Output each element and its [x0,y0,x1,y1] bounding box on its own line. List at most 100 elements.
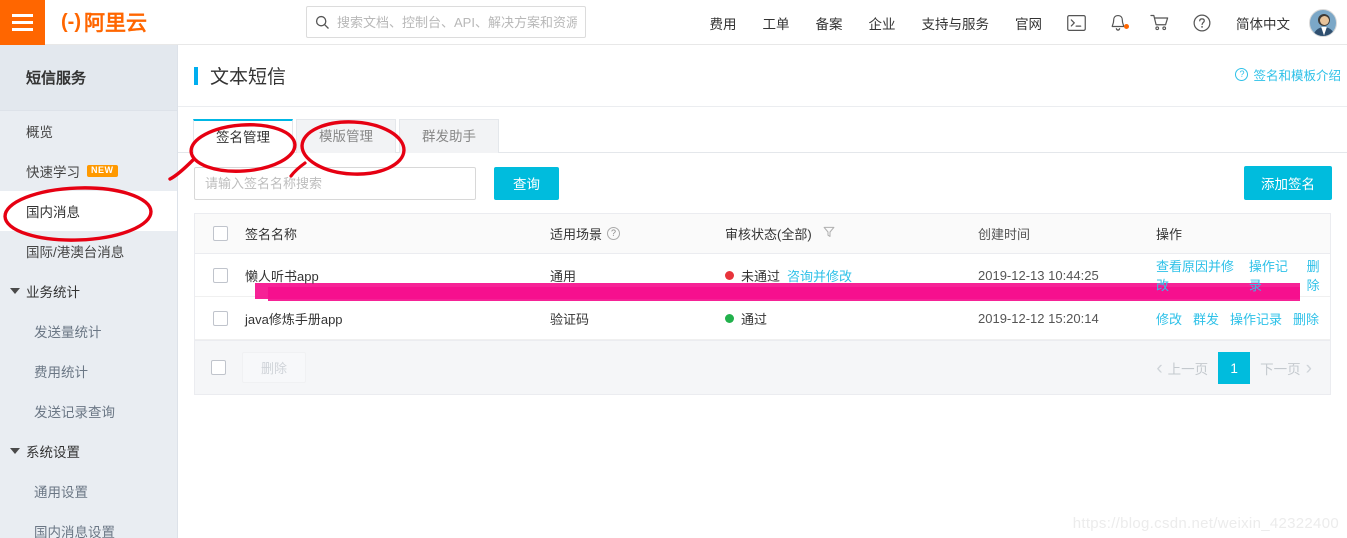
top-header: (-) 阿里云 费用 工单 备案 企业 支持与服务 官网 [0,0,1347,45]
sidebar-item-send-records[interactable]: 发送记录查询 [0,391,177,431]
sidebar-item-overview[interactable]: 概览 [0,111,177,151]
nav-item-tickets[interactable]: 工单 [750,13,803,33]
app-root: (-) 阿里云 费用 工单 备案 企业 支持与服务 官网 [0,0,1347,538]
title-accent-bar [194,66,198,85]
status-dot-icon [725,270,734,280]
sidebar-item-label: 通用设置 [34,485,88,500]
cart-icon[interactable] [1138,14,1181,31]
signature-table: 签名名称 适用场景 ? 审核状态(全部) 创建时间 操作 懒人听书app 通用 … [194,213,1331,340]
table-row[interactable]: 懒人听书app 通用 未通过 咨询并修改 2019-12-13 10:44:25… [195,254,1330,297]
table-row[interactable]: java修炼手册app 验证码 通过 2019-12-12 15:20:14 修… [195,297,1330,340]
question-mark-icon[interactable]: ? [607,227,621,240]
pagination: ‹ 上一页 1 下一页 › [1150,352,1318,384]
page-header: 文本短信 ? 签名和模板介绍 [178,45,1347,107]
cell-scene: 验证码 [550,311,590,327]
sidebar-item-international-sms[interactable]: 国际/港澳台消息 [0,231,177,271]
sidebar-item-domestic-settings[interactable]: 国内消息设置 [0,511,177,538]
delete-link[interactable]: 删除 [1293,309,1319,328]
modify-link[interactable]: 修改 [1156,309,1182,328]
row-checkbox[interactable] [212,310,228,326]
row-select-cell [195,267,245,283]
tab-template-management[interactable]: 模版管理 [296,119,396,153]
signature-template-intro-link[interactable]: ? 签名和模板介绍 [1235,65,1341,84]
search-icon [315,15,329,29]
sidebar-item-fee-stats[interactable]: 费用统计 [0,351,177,391]
status-dot-icon [725,313,734,323]
nav-item-fees[interactable]: 费用 [697,13,750,33]
operation-log-link[interactable]: 操作记录 [1230,309,1282,328]
footer-select-all-checkbox[interactable] [211,360,226,375]
tab-bulk-send-assistant[interactable]: 群发助手 [399,119,499,153]
table-footer: 删除 ‹ 上一页 1 下一页 › [194,340,1331,395]
cell-signature-name: java修炼手册app [245,311,343,327]
hamburger-menu-icon[interactable] [0,0,45,45]
sidebar-item-label: 概览 [26,125,53,140]
sidebar-group-business-stats[interactable]: 业务统计 [0,271,177,311]
nav-item-website[interactable]: 官网 [1002,13,1055,33]
consult-and-modify-link[interactable]: 咨询并修改 [787,266,852,285]
terminal-icon[interactable] [1055,14,1098,31]
prev-page-button[interactable]: ‹ 上一页 [1150,358,1214,378]
cell-status: 通过 [725,309,978,328]
sidebar-item-label: 发送量统计 [34,325,102,340]
sidebar-group-system-settings[interactable]: 系统设置 [0,431,177,471]
page-title: 文本短信 [210,67,287,88]
page-number-1[interactable]: 1 [1218,352,1251,384]
row-checkbox[interactable] [212,267,228,283]
global-search-input[interactable] [337,14,577,30]
sidebar-item-quickstart[interactable]: 快速学习 NEW [0,151,177,191]
column-header-status[interactable]: 审核状态(全部) [725,224,978,243]
batch-delete-button[interactable]: 删除 [242,352,307,383]
prev-page-label: 上一页 [1167,362,1209,377]
watermark: https://blog.csdn.net/weixin_42322400 [1072,515,1339,532]
language-switcher[interactable]: 简体中文 [1223,13,1303,33]
view-reason-and-modify-link[interactable]: 查看原因并修改 [1156,256,1238,294]
logo-text: 阿里云 [83,12,147,35]
chevron-left-icon: ‹ [1156,357,1163,379]
chevron-right-icon: › [1305,357,1312,379]
sidebar-item-domestic-sms[interactable]: 国内消息 [0,191,177,231]
user-avatar[interactable] [1309,8,1337,37]
bulk-send-link[interactable]: 群发 [1193,309,1219,328]
add-signature-button[interactable]: 添加签名 [1244,166,1332,200]
tab-signature-management[interactable]: 签名管理 [193,119,293,153]
status-label: 通过 [741,311,768,327]
aliyun-logo[interactable]: (-) 阿里云 [61,7,147,37]
nav-item-enterprise[interactable]: 企业 [856,13,909,33]
bell-icon[interactable] [1098,14,1138,32]
filter-icon[interactable] [823,226,835,241]
sidebar-item-label: 费用统计 [34,365,88,380]
delete-link[interactable]: 删除 [1307,256,1330,294]
cell-status: 未通过 咨询并修改 [725,266,978,285]
signature-search-input[interactable] [194,166,476,200]
cell-scene: 通用 [550,268,577,284]
sidebar-item-label: 发送记录查询 [34,405,115,420]
global-search[interactable] [306,6,586,38]
cell-created-time: 2019-12-12 15:20:14 [978,310,1099,326]
sidebar-item-label: 业务统计 [26,285,80,300]
sidebar-item-general-settings[interactable]: 通用设置 [0,471,177,511]
table-header-row: 签名名称 适用场景 ? 审核状态(全部) 创建时间 操作 [195,214,1330,254]
sidebar-item-send-stats[interactable]: 发送量统计 [0,311,177,351]
query-button[interactable]: 查询 [494,166,559,200]
sidebar-item-label: 快速学习 [26,165,80,180]
notification-dot [1124,23,1129,29]
avatar-face [1319,16,1329,25]
question-mark-icon: ? [1235,68,1249,81]
status-label: 未通过 [741,268,781,284]
nav-item-icp[interactable]: 备案 [803,13,856,33]
cell-operations: 修改 群发 操作记录 删除 [1156,309,1330,328]
next-page-button[interactable]: 下一页 › [1254,358,1318,378]
toolbar: 查询 添加签名 [178,153,1347,213]
select-all-checkbox[interactable] [212,226,228,241]
logo-mark: (-) [61,10,81,33]
help-icon[interactable] [1181,14,1223,32]
operation-log-link[interactable]: 操作记录 [1249,256,1296,294]
chevron-down-icon [10,448,20,454]
chevron-down-icon [10,288,20,294]
help-link-label: 签名和模板介绍 [1253,69,1341,83]
cell-operations: 查看原因并修改 操作记录 删除 [1156,256,1330,294]
tab-bar: 签名管理 模版管理 群发助手 [178,107,1347,153]
nav-item-support[interactable]: 支持与服务 [909,13,1003,33]
column-header-status-label: 审核状态(全部) [725,227,812,242]
